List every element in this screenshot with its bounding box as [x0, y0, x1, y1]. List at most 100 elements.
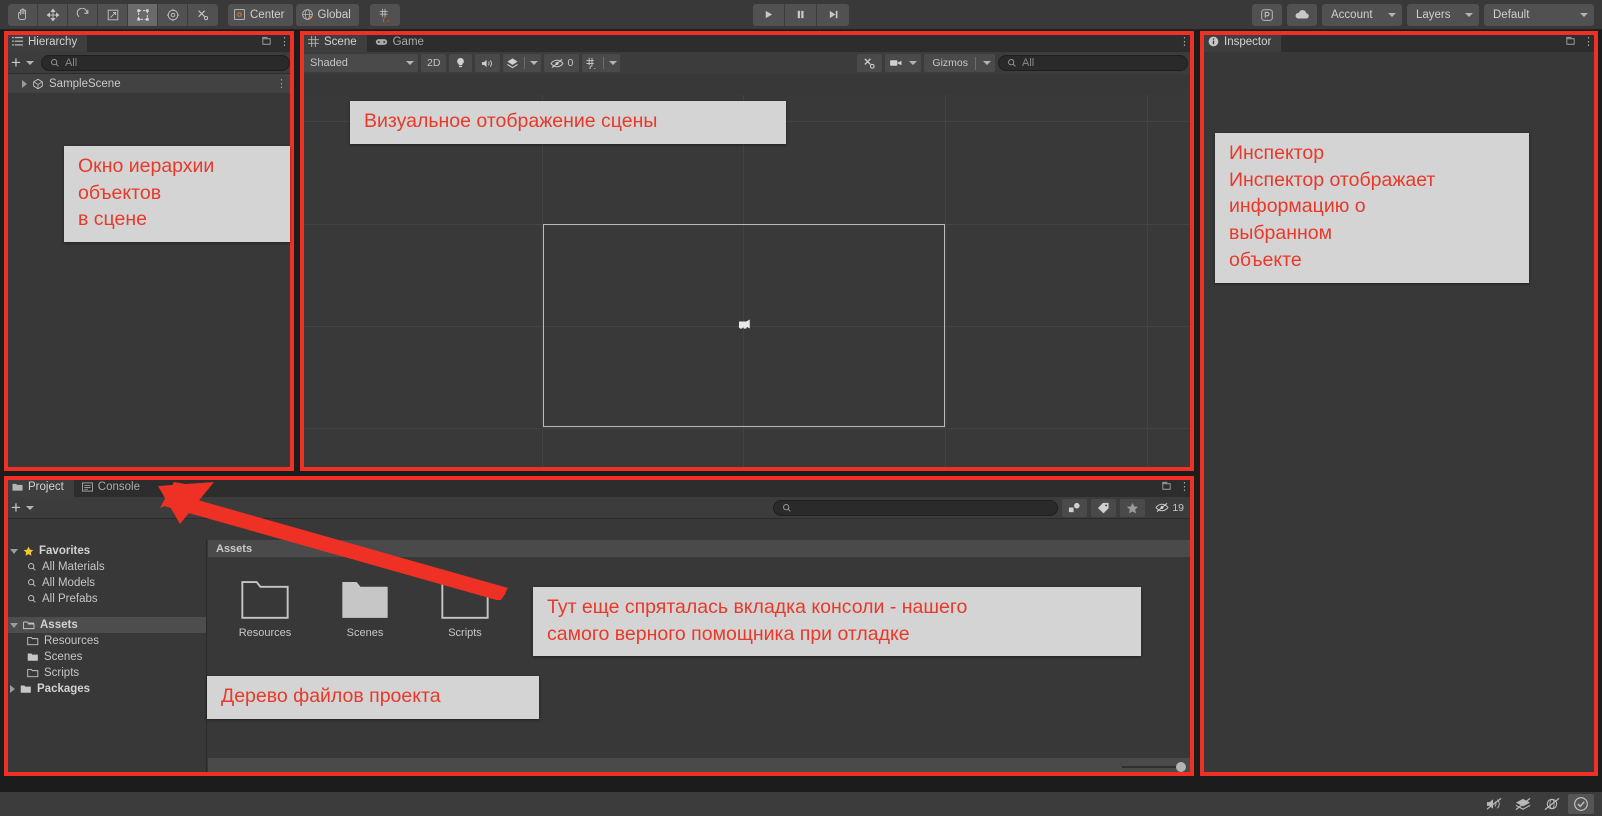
- step-button[interactable]: [817, 3, 849, 26]
- tab-project-label: Project: [28, 480, 64, 493]
- slider-knob[interactable]: [1176, 762, 1186, 772]
- callout-scene: Визуальное отображение сцены: [350, 101, 786, 144]
- tab-project[interactable]: Project: [4, 476, 74, 497]
- tree-item-all-prefabs[interactable]: All Prefabs: [4, 591, 206, 607]
- tab-console-label: Console: [97, 480, 140, 493]
- create-object-button[interactable]: +: [8, 54, 37, 71]
- panel-menu-icon[interactable]: ⋮: [1179, 480, 1190, 493]
- gizmos-button[interactable]: Gizmos: [924, 54, 995, 72]
- tree-item-scenes[interactable]: Scenes: [4, 649, 206, 665]
- asset-item-label: Resources: [238, 627, 292, 639]
- tree-item-favorites[interactable]: Favorites: [4, 543, 206, 559]
- tab-console[interactable]: Console: [74, 476, 150, 497]
- scene-search-input[interactable]: All: [998, 55, 1188, 71]
- panel-menu-icon[interactable]: ⋮: [1179, 35, 1190, 48]
- chevron-right-icon[interactable]: [22, 79, 27, 88]
- folder-outline-icon: [27, 636, 39, 646]
- row-menu-icon[interactable]: ⋮: [276, 77, 287, 90]
- panel-menu-icon[interactable]: ⋮: [279, 35, 290, 48]
- draw-mode-dropdown[interactable]: Shaded: [303, 54, 418, 72]
- hierarchy-item-samplescene[interactable]: SampleScene ⋮: [4, 74, 294, 93]
- object-filter-button[interactable]: [1062, 498, 1088, 517]
- layers-dropdown[interactable]: Layers: [1407, 3, 1479, 26]
- pivot-rotation-button[interactable]: Global: [295, 3, 359, 26]
- project-create-button[interactable]: +: [8, 499, 37, 516]
- project-content: Assets Resources Scenes Scripts: [208, 540, 1194, 776]
- gizmos-off-icon[interactable]: [1539, 794, 1565, 814]
- asset-item-label: Scripts: [448, 627, 482, 639]
- rect-tool-button[interactable]: [128, 3, 158, 26]
- tree-item-label: Scripts: [44, 667, 80, 679]
- transform-tool-button[interactable]: [158, 3, 188, 26]
- asset-item-label: Scenes: [346, 627, 384, 639]
- lighting-toggle-button[interactable]: [449, 54, 473, 72]
- scene-camera-button[interactable]: [885, 54, 922, 72]
- chevron-down-icon[interactable]: [10, 622, 18, 628]
- tree-item-all-models[interactable]: All Models: [4, 575, 206, 591]
- chevron-down-icon[interactable]: [10, 548, 18, 554]
- tree-item-packages[interactable]: Packages: [4, 681, 206, 697]
- audio-toggle-button[interactable]: [475, 54, 501, 72]
- tree-item-resources[interactable]: Resources: [4, 633, 206, 649]
- layout-label: Default: [1493, 8, 1530, 21]
- maximize-icon[interactable]: [1565, 36, 1576, 47]
- mute-audio-icon[interactable]: [1481, 794, 1507, 814]
- label-filter-button[interactable]: [1091, 498, 1117, 517]
- project-subtoolbar: + 19: [4, 497, 1194, 519]
- pivot-mode-button[interactable]: Center: [228, 3, 293, 26]
- scene-tools-button[interactable]: [857, 54, 883, 72]
- custom-tool-button[interactable]: [188, 3, 218, 26]
- hand-tool-button[interactable]: [8, 3, 38, 26]
- 2d-toggle-button[interactable]: 2D: [421, 54, 447, 72]
- console-icon: [81, 481, 93, 492]
- panel-menu-icon[interactable]: ⋮: [1583, 35, 1594, 48]
- tree-item-label: Resources: [44, 635, 99, 647]
- project-hidden-button[interactable]: 19: [1149, 499, 1190, 517]
- search-icon: [27, 578, 37, 588]
- hierarchy-icon: [12, 36, 23, 47]
- scene-viewport[interactable]: [300, 95, 1194, 471]
- tab-inspector[interactable]: Inspector: [1200, 31, 1282, 52]
- chevron-right-icon[interactable]: [10, 685, 15, 693]
- hidden-objects-button[interactable]: 0: [544, 54, 580, 72]
- tab-game-label: Game: [392, 35, 424, 48]
- folder-solid-icon: [20, 684, 32, 694]
- check-icon[interactable]: [1568, 794, 1594, 814]
- search-icon: [27, 594, 37, 604]
- effects-toggle-button[interactable]: [503, 54, 542, 72]
- play-button[interactable]: [753, 3, 785, 26]
- tab-game[interactable]: Game: [367, 31, 434, 52]
- layout-dropdown[interactable]: Default: [1484, 3, 1594, 26]
- favorite-filter-button[interactable]: [1120, 498, 1146, 517]
- camera-gizmo-icon[interactable]: [737, 317, 753, 331]
- tab-scene[interactable]: Scene: [300, 31, 367, 52]
- move-tool-button[interactable]: [38, 3, 68, 26]
- grid-visibility-button[interactable]: [582, 54, 621, 72]
- icon-size-slider[interactable]: [1122, 762, 1186, 772]
- scene-search-placeholder: All: [1022, 57, 1035, 69]
- grid-snap-button[interactable]: [369, 3, 400, 26]
- rotate-tool-button[interactable]: [68, 3, 98, 26]
- project-search-input[interactable]: [773, 499, 1059, 516]
- collab-button[interactable]: [1252, 3, 1282, 26]
- search-icon: [782, 503, 792, 513]
- tab-hierarchy[interactable]: Hierarchy: [4, 31, 88, 52]
- tree-item-label: All Materials: [42, 561, 105, 573]
- hierarchy-panel: Hierarchy ⋮ + All SampleScene ⋮: [4, 31, 294, 471]
- tree-item-assets[interactable]: Assets: [4, 617, 206, 633]
- hierarchy-search-input[interactable]: All: [40, 54, 290, 71]
- asset-item-scripts[interactable]: Scripts: [428, 579, 502, 639]
- layers-off-icon[interactable]: [1510, 794, 1536, 814]
- scale-tool-button[interactable]: [98, 3, 128, 26]
- maximize-icon[interactable]: [261, 36, 272, 47]
- tree-item-scripts[interactable]: Scripts: [4, 665, 206, 681]
- pause-button[interactable]: [785, 3, 817, 26]
- hierarchy-tabbar: Hierarchy ⋮: [4, 31, 294, 52]
- asset-item-resources[interactable]: Resources: [228, 579, 302, 639]
- chevron-down-icon: [1465, 12, 1473, 17]
- asset-item-scenes[interactable]: Scenes: [328, 579, 402, 639]
- cloud-button[interactable]: [1287, 3, 1317, 26]
- account-dropdown[interactable]: Account: [1322, 3, 1402, 26]
- tree-item-all-materials[interactable]: All Materials: [4, 559, 206, 575]
- maximize-icon[interactable]: [1161, 481, 1172, 492]
